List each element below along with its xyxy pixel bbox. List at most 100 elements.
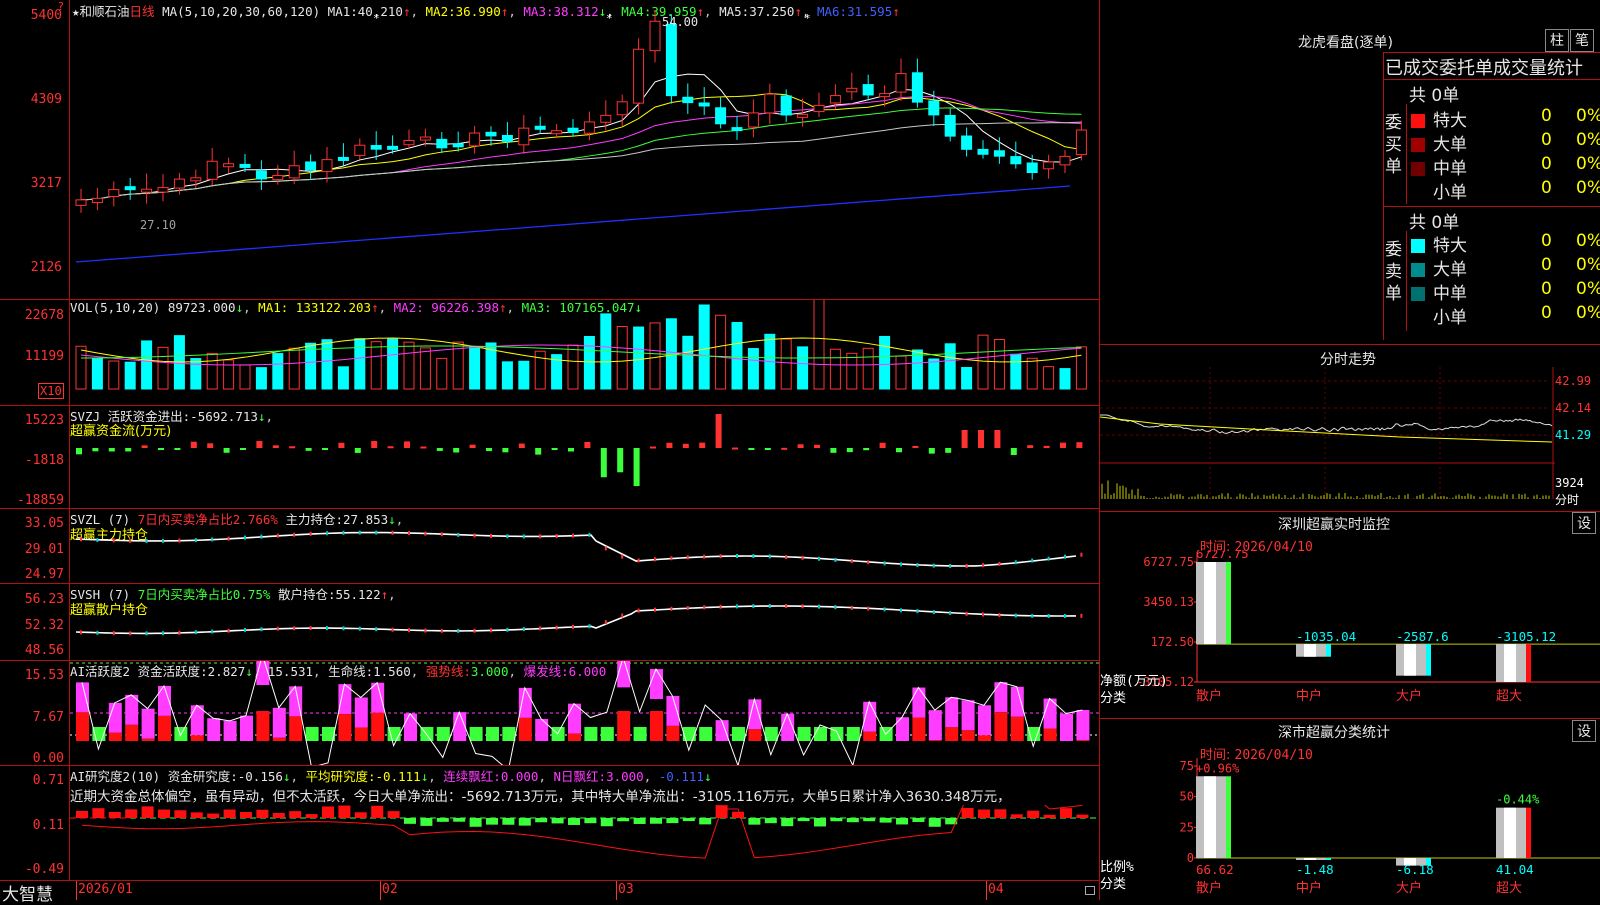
candle — [452, 143, 464, 148]
bar-value-label: -1.48 — [1296, 862, 1334, 877]
flow-bar — [846, 448, 853, 453]
star-marker: * — [804, 12, 811, 25]
holding-dot — [194, 538, 197, 543]
research-bar — [404, 818, 416, 824]
holding-dot — [440, 532, 443, 537]
holding-dot — [670, 606, 673, 611]
flow-bar — [322, 448, 328, 450]
research-bar — [797, 818, 810, 822]
candle — [879, 93, 891, 98]
candle — [862, 84, 874, 96]
research-bar — [518, 818, 531, 826]
activity-bar — [1010, 716, 1024, 741]
holding-dot — [1064, 613, 1066, 618]
holding-dot — [457, 532, 460, 537]
ai1-chart[interactable] — [70, 661, 1099, 765]
volume-bar — [961, 367, 973, 390]
flow-bar — [108, 448, 115, 452]
candle — [173, 178, 185, 189]
lock-icon[interactable] — [1085, 886, 1095, 895]
holding-dot — [80, 537, 82, 542]
kline-chart[interactable]: * * * — [70, 0, 1099, 299]
candle — [518, 127, 530, 146]
holding-dot — [293, 626, 296, 631]
fenlei-chart[interactable]: 75 50 25 066.62 散户 +0.96% -1.48 中户 -6.18 大户 41.04 超… — [1100, 758, 1600, 900]
bar-y-tick: 0 — [1187, 851, 1194, 865]
bar-category-label: 超大 — [1496, 689, 1522, 704]
volume-bar — [747, 348, 759, 390]
volume-bar — [1059, 368, 1071, 390]
activity-bar — [108, 732, 122, 741]
flow-bar — [568, 448, 574, 452]
category-bar-highlight — [1504, 807, 1516, 858]
activity-bar — [666, 725, 680, 741]
holding-dot — [522, 534, 525, 539]
holding-dot — [194, 630, 197, 635]
l-buy-swatch — [1411, 138, 1425, 152]
research-bar — [535, 818, 548, 823]
research-bar — [174, 810, 187, 818]
activity-bar — [846, 727, 860, 741]
holding-dot — [736, 604, 738, 609]
activity-bar — [945, 727, 959, 741]
holding-dot — [982, 563, 984, 568]
holding-dot — [178, 630, 181, 635]
fenshi-chart[interactable]: 42.99 42.14 41.29 3924 分时 — [1100, 367, 1600, 511]
volume-bar — [255, 367, 267, 390]
fenlei-panel[interactable]: 深市超赢分类统计 设 时间: 2026/04/10 75 50 25 0 66.62 散户… — [1100, 718, 1600, 900]
svsh-chart[interactable] — [70, 584, 1099, 660]
sell-row-l: 大单00% — [1411, 255, 1600, 280]
bar-value-label: -3105.12 — [1496, 629, 1556, 644]
holding-dot — [112, 631, 115, 636]
svzl-chart[interactable] — [70, 509, 1099, 583]
activity-bar — [650, 711, 663, 741]
holding-dot — [391, 627, 394, 632]
candle — [206, 160, 218, 180]
candle — [961, 135, 973, 150]
szcy-chart[interactable]: 6727.75 3450.13 172.50 -3105.12 6727.75 散户 -10… — [1100, 550, 1600, 718]
bar-y-tick: 25 — [1180, 820, 1194, 834]
lhb-bar-button[interactable]: 柱 — [1545, 29, 1569, 52]
activity-bar — [207, 718, 221, 741]
activity-bar — [715, 720, 729, 741]
candle — [846, 87, 858, 93]
holding-dot — [490, 533, 492, 538]
szcy-panel[interactable]: 深圳超赢实时监控 设 时间: 2026/04/10 6727.75 3450.13… — [1100, 510, 1600, 719]
lhb-tick-button[interactable]: 笔 — [1570, 29, 1594, 52]
svzj-chart[interactable] — [70, 406, 1099, 508]
vol-unit-badge[interactable]: X10 — [38, 383, 64, 399]
holding-dot — [326, 626, 328, 631]
sell-block: 共 0单 委卖单 特大00% 大单00% 中单00% 小单00% — [1383, 206, 1600, 334]
candle — [485, 131, 497, 137]
volume-bar — [862, 347, 874, 390]
fenshi-panel[interactable]: 分时走势 42.99 42.14 41.29 3924 分时 — [1100, 344, 1600, 512]
activity-bar — [518, 687, 532, 718]
candle — [715, 107, 727, 125]
xl-sell-swatch — [1411, 239, 1425, 253]
holding-dot — [293, 532, 296, 537]
holding-dot — [178, 538, 181, 543]
volume-chart[interactable] — [70, 300, 1099, 405]
main-chart-area[interactable]: ★和顺石油日线 MA(5,10,20,30,60,120) MA1:40.210… — [0, 0, 1100, 905]
flow-bar — [617, 448, 624, 473]
candle — [633, 48, 645, 104]
szcy-settings-button[interactable]: 设 — [1572, 512, 1596, 534]
fenlei-settings-button[interactable]: 设 — [1572, 720, 1596, 742]
flow-bar — [650, 446, 656, 449]
volume-bar — [583, 335, 595, 390]
sell-row-m: 中单00% — [1411, 279, 1600, 304]
activity-bar — [453, 712, 467, 741]
volume-bar — [1043, 366, 1055, 390]
flow-bar — [633, 448, 640, 487]
holding-dot — [227, 628, 230, 633]
pane-divider — [0, 880, 1100, 881]
activity-bar — [289, 716, 303, 741]
ai2-chart[interactable] — [70, 805, 1099, 880]
flow-bar — [174, 448, 181, 450]
category-bar-edge — [1426, 644, 1431, 676]
flow-bar — [502, 448, 509, 453]
candle — [403, 139, 415, 146]
volume-bar — [928, 358, 940, 390]
holding-dot — [719, 554, 722, 559]
activity-bar — [436, 727, 450, 741]
